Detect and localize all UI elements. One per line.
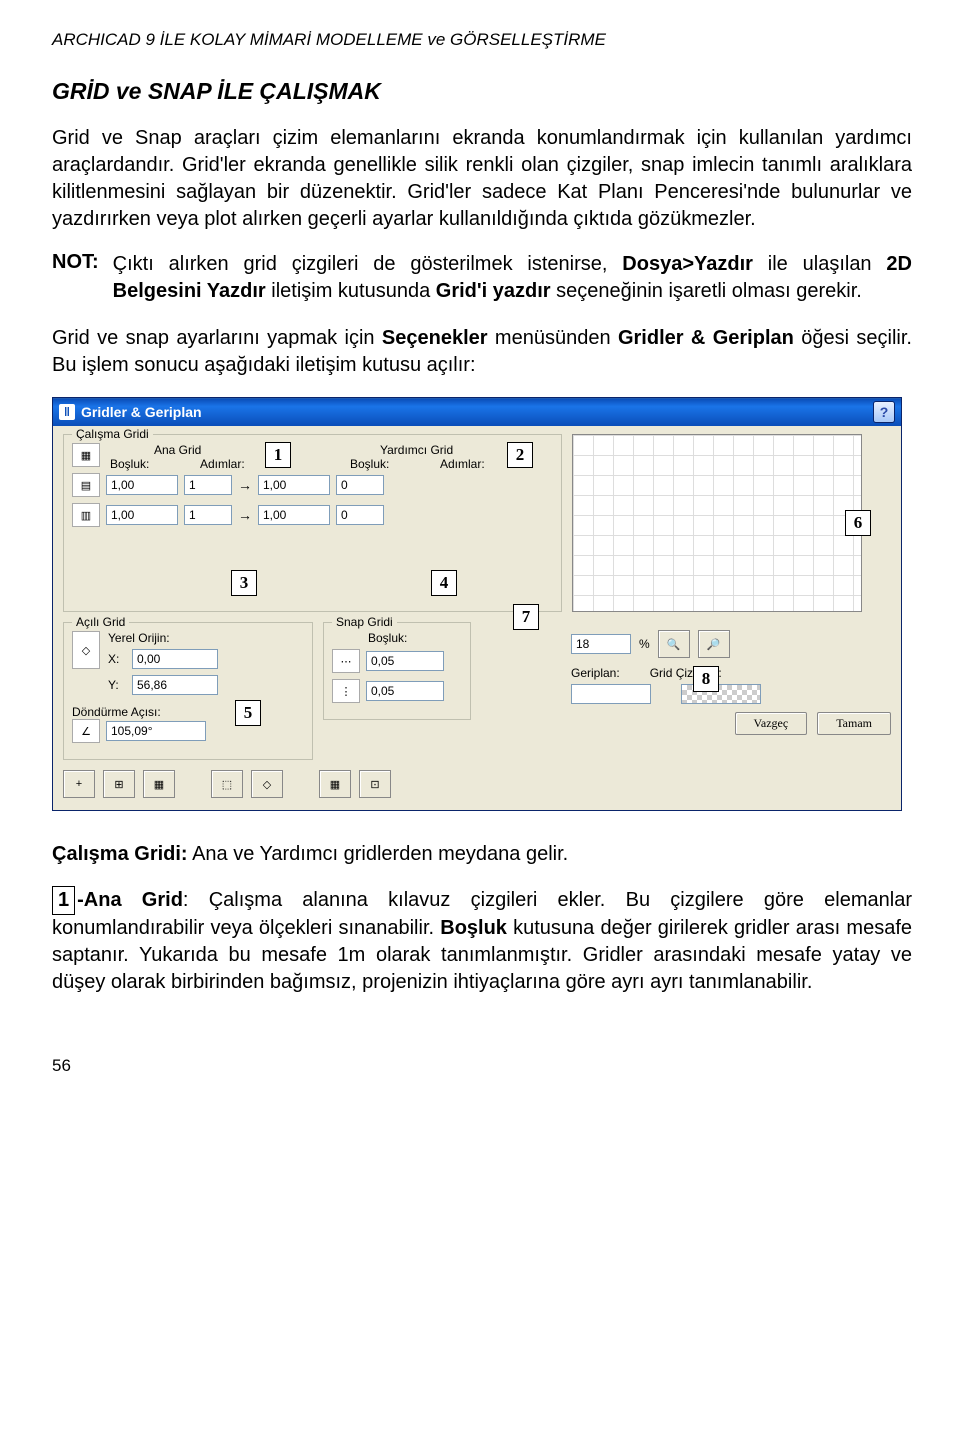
- zoom-out-button[interactable]: 🔍: [658, 630, 690, 658]
- callout-7: 7: [513, 604, 539, 630]
- acili-grid-fieldset: Açılı Grid ◇ Yerel Orijin: X: Y:: [63, 622, 313, 760]
- doc-header: ARCHICAD 9 İLE KOLAY MİMARİ MODELLEME ve…: [52, 30, 912, 50]
- calisma-legend: Çalışma Gridi: [72, 427, 153, 441]
- toggle-2[interactable]: ⊞: [103, 770, 135, 798]
- app-icon: ‖: [59, 404, 75, 420]
- toggle-7[interactable]: ⊡: [359, 770, 391, 798]
- toggle-6[interactable]: ▦: [319, 770, 351, 798]
- dialog-title: Gridler & Geriplan: [81, 404, 202, 420]
- yard-bosluk-h[interactable]: [258, 475, 330, 495]
- callout-1: 1: [265, 442, 291, 468]
- paragraph-1: Grid ve Snap araçları çizim elemanlarını…: [52, 125, 912, 233]
- grid-icon-h[interactable]: ▦: [72, 443, 100, 467]
- acili-legend: Açılı Grid: [72, 615, 129, 629]
- x-label: X:: [108, 652, 126, 666]
- snap-bosluk-label: Boşluk:: [368, 631, 462, 645]
- titlebar: ‖ Gridler & Geriplan ?: [53, 398, 901, 426]
- snap-grid-fieldset: Snap Gridi Boşluk: ⋯ ⋮: [323, 622, 471, 720]
- sub-section-1: Çalışma Gridi: Ana ve Yardımcı gridlerde…: [52, 841, 912, 868]
- bosluk-label-1: Boşluk:: [110, 457, 180, 471]
- calisma-gridi-fieldset: Çalışma Gridi ▦ Ana Grid Boşluk:: [63, 434, 562, 612]
- toggle-4[interactable]: ⬚: [211, 770, 243, 798]
- arrow-icon-2: →: [238, 507, 252, 523]
- angle-icon[interactable]: ∠: [72, 719, 100, 743]
- ana-bosluk-v[interactable]: [106, 505, 178, 525]
- yerel-orijin-label: Yerel Orijin:: [108, 631, 170, 645]
- callout-3: 3: [231, 570, 257, 596]
- boxed-1: 1: [52, 886, 75, 915]
- paragraph-2: Grid ve snap ayarlarını yapmak için Seçe…: [52, 325, 912, 379]
- callout-2: 2: [507, 442, 533, 468]
- note-block: NOT: Çıktı alırken grid çizgileri de gös…: [52, 251, 912, 305]
- toggle-3[interactable]: ▦: [143, 770, 175, 798]
- geriplan-color[interactable]: [571, 684, 651, 704]
- toggle-5[interactable]: ◇: [251, 770, 283, 798]
- angle-input[interactable]: [106, 721, 206, 741]
- callout-6: 6: [845, 510, 871, 536]
- bosluk-label-2: Boşluk:: [350, 457, 420, 471]
- toggle-strip: + ⊞ ▦ ⬚ ◇ ▦ ⊡: [63, 770, 891, 798]
- adimlar-label-1: Adımlar:: [200, 457, 245, 471]
- vazgec-button[interactable]: Vazgeç: [735, 712, 808, 735]
- help-button[interactable]: ?: [873, 401, 895, 423]
- dondurme-label: Döndürme Açısı:: [72, 705, 304, 719]
- yardimci-label: Yardımcı Grid: [380, 443, 453, 457]
- grid-preview: [572, 434, 862, 612]
- callout-5: 5: [235, 700, 261, 726]
- ana-bosluk-h[interactable]: [106, 475, 178, 495]
- snap-legend: Snap Gridi: [332, 615, 397, 629]
- note-label: NOT:: [52, 251, 99, 305]
- preview-column: [572, 434, 891, 612]
- page-number: 56: [52, 1056, 912, 1076]
- zoom-value[interactable]: [571, 634, 631, 654]
- ana-adim-h[interactable]: [184, 475, 232, 495]
- sub-section-2: 1-Ana Grid: Çalışma alanına kılavuz çizg…: [52, 886, 912, 996]
- snap-icon-v[interactable]: ⋮: [332, 679, 360, 703]
- y-input[interactable]: [132, 675, 218, 695]
- right-controls: % 🔍 🔎 Geriplan: Grid Çizgileri: Vazgeç: [571, 622, 891, 735]
- callout-4: 4: [431, 570, 457, 596]
- snap-h-input[interactable]: [366, 651, 444, 671]
- snap-v-input[interactable]: [366, 681, 444, 701]
- callout-8: 8: [693, 666, 719, 692]
- dialog-wrapper: ‖ Gridler & Geriplan ? 1 2 3 4 5 6 7 8 Ç…: [52, 397, 912, 811]
- arrow-icon: →: [238, 477, 252, 493]
- tamam-button[interactable]: Tamam: [817, 712, 891, 735]
- x-input[interactable]: [132, 649, 218, 669]
- row-icon-h1[interactable]: ▤: [72, 473, 100, 497]
- yard-adim-v[interactable]: [336, 505, 384, 525]
- zoom-in-button[interactable]: 🔎: [698, 630, 730, 658]
- percent-label: %: [639, 637, 650, 651]
- geriplan-label: Geriplan:: [571, 666, 620, 680]
- note-text: Çıktı alırken grid çizgileri de gösteril…: [113, 251, 912, 305]
- snap-icon-h[interactable]: ⋯: [332, 649, 360, 673]
- ana-grid-label: Ana Grid: [154, 443, 201, 457]
- acili-icon[interactable]: ◇: [72, 631, 100, 669]
- yard-adim-h[interactable]: [336, 475, 384, 495]
- dialog-body: 1 2 3 4 5 6 7 8 Çalışma Gridi ▦: [53, 426, 901, 810]
- yard-bosluk-v[interactable]: [258, 505, 330, 525]
- gridler-dialog: ‖ Gridler & Geriplan ? 1 2 3 4 5 6 7 8 Ç…: [52, 397, 902, 811]
- row-icon-v1[interactable]: ▥: [72, 503, 100, 527]
- adimlar-label-2: Adımlar:: [440, 457, 485, 471]
- toggle-1[interactable]: +: [63, 770, 95, 798]
- ana-adim-v[interactable]: [184, 505, 232, 525]
- y-label: Y:: [108, 678, 126, 692]
- section-title: GRİD ve SNAP İLE ÇALIŞMAK: [52, 78, 912, 105]
